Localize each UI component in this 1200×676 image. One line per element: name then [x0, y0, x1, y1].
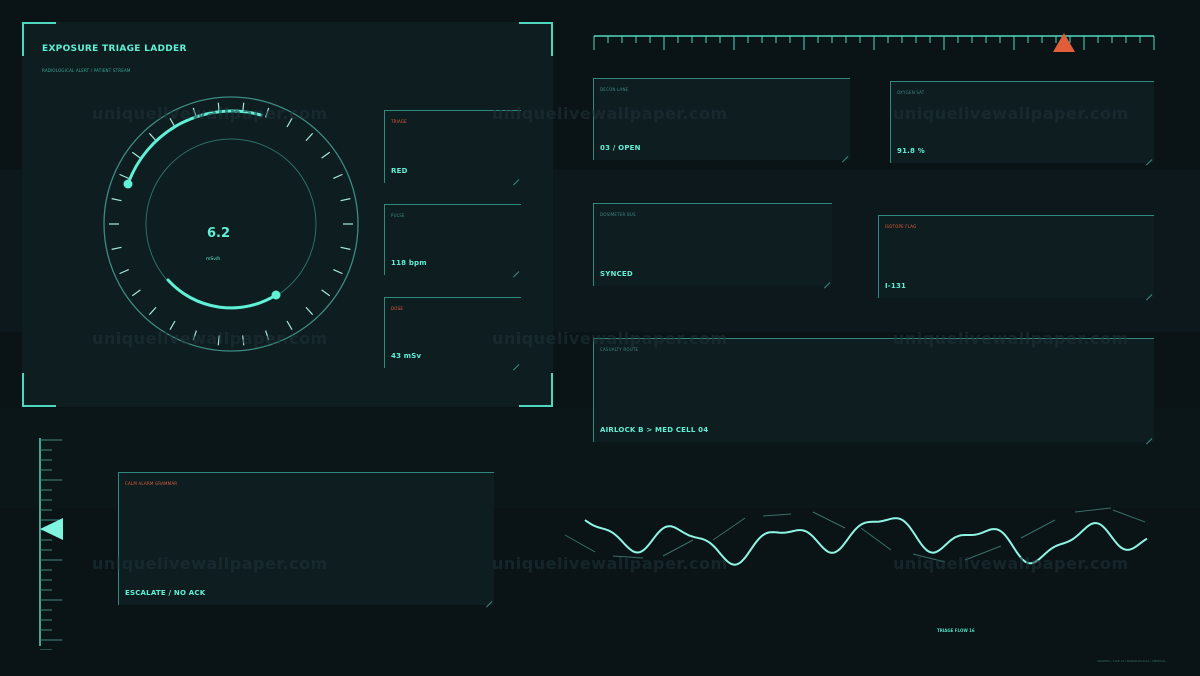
watermark-text: uniquelivewallpaper.com: [92, 104, 328, 123]
watermark-text: uniquelivewallpaper.com: [893, 104, 1129, 123]
dial-marker-lower: [271, 290, 281, 300]
dial-tick: [119, 173, 129, 179]
dial-tick: [340, 246, 351, 250]
card-corner-tick: [841, 156, 849, 163]
watermark-text: uniquelivewallpaper.com: [492, 554, 728, 573]
dial-tick: [131, 289, 141, 297]
waveform-label: TRIAGE FLOW 16: [937, 628, 975, 633]
watermark-text: uniquelivewallpaper.com: [492, 329, 728, 348]
card-label: DECON LANE: [600, 87, 629, 92]
vertical-level-scale: [39, 438, 63, 650]
card-value: 118 bpm: [391, 259, 427, 267]
card-label: PULSE: [391, 213, 405, 218]
dial-arc-lower: [166, 278, 278, 310]
scale-pointer-icon: [40, 518, 63, 540]
dial-marker-upper: [123, 179, 133, 189]
dial-value: 6.2: [207, 226, 230, 241]
dial-unit: mSv/h: [206, 256, 220, 262]
isotope-flag-card: ISOTOPE FLAG I-131: [878, 215, 1154, 301]
noise-line: [1074, 507, 1112, 513]
card-label: TRIAGE: [391, 119, 407, 124]
card-value: SYNCED: [600, 270, 633, 278]
noise-line: [762, 513, 792, 517]
card-label: ISOTOPE FLAG: [885, 224, 917, 229]
dial-tick: [340, 198, 351, 202]
card-label: OXYGEN SAT: [897, 90, 925, 95]
watermark-text: uniquelivewallpaper.com: [92, 329, 328, 348]
noise-line: [1020, 519, 1056, 539]
dial-tick: [333, 173, 343, 179]
noise-line: [564, 534, 596, 553]
card-corner-tick: [485, 601, 493, 608]
card-value: 03 / OPEN: [600, 144, 641, 152]
dial-tick: [111, 246, 122, 250]
dial-tick: [305, 306, 314, 316]
alarm-grammar-card: CALM ALARM GRAMMAR ESCALATE / NO ACK: [118, 472, 494, 608]
dosimeter-bus-card: DOSIMETER BUS SYNCED: [593, 203, 832, 289]
noise-line: [712, 517, 746, 541]
scale-ticks: [40, 439, 62, 650]
dial-tick: [148, 132, 157, 142]
watermark-text: uniquelivewallpaper.com: [492, 104, 728, 123]
watermark-text: uniquelivewallpaper.com: [893, 554, 1129, 573]
credit-text: GRAPHIC / LIVE UI / RADIOLOGICAL / MEDIC…: [1097, 659, 1166, 663]
top-ruler: [593, 33, 1155, 52]
card-value: 43 mSv: [391, 352, 422, 360]
watermark-text: uniquelivewallpaper.com: [893, 329, 1129, 348]
noise-line: [812, 511, 846, 529]
watermark-text: uniquelivewallpaper.com: [92, 554, 328, 573]
pulse-card: PULSE 118 bpm: [384, 204, 521, 278]
card-value: ESCALATE / NO ACK: [125, 589, 206, 597]
card-corner-tick: [1145, 159, 1153, 166]
card-value: RED: [391, 167, 408, 175]
dial-tick: [333, 269, 343, 275]
triage-flow-waveform: [564, 507, 1148, 566]
noise-line: [1112, 509, 1146, 523]
dial-tick: [148, 306, 157, 316]
card-label: CALM ALARM GRAMMAR: [125, 481, 178, 486]
casualty-route-card: CASUALTY ROUTE AIRLOCK B > MED CELL 04: [593, 338, 1154, 445]
dial-tick: [321, 151, 331, 159]
card-label: DOSIMETER BUS: [600, 212, 636, 217]
hud-screen: EXPOSURE TRIAGE LADDER RADIOLOGICAL ALER…: [0, 0, 1200, 676]
dial-tick: [131, 151, 141, 159]
dial-tick: [305, 132, 314, 142]
dial-outer-ring: [103, 96, 359, 352]
dial-tick: [111, 198, 122, 202]
dial-tick: [321, 289, 331, 297]
card-label: DOSE: [391, 306, 404, 311]
card-value: 91.8 %: [897, 147, 925, 155]
noise-line: [860, 527, 892, 551]
dial-tick: [119, 269, 129, 275]
card-value: I-131: [885, 282, 907, 290]
card-value: AIRLOCK B > MED CELL 04: [600, 426, 709, 434]
